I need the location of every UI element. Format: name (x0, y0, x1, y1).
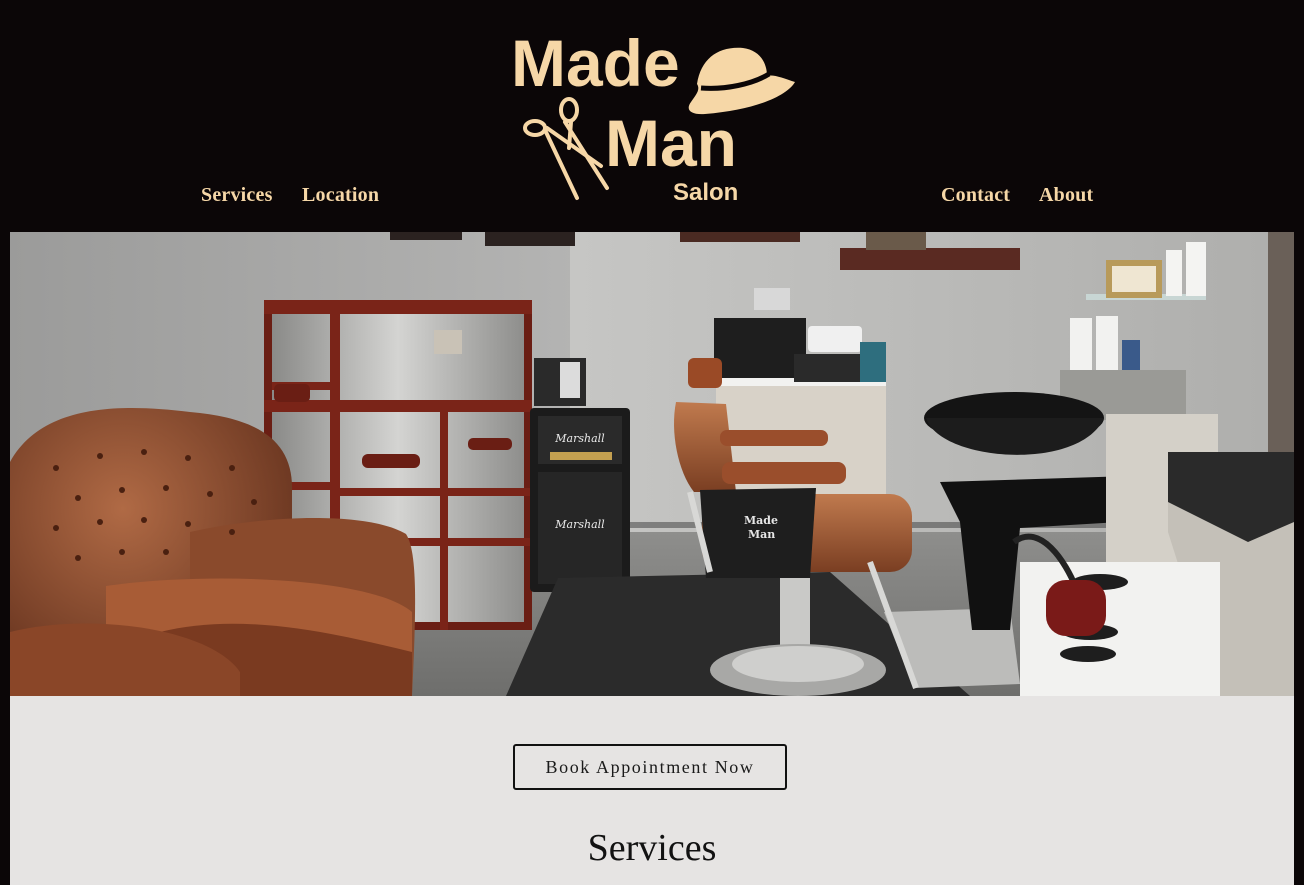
site-header: Services Location Made Man Salon Contact… (0, 0, 1304, 232)
book-appointment-button[interactable]: Book Appointment Now (513, 744, 787, 790)
hero-image-salon-interior: Marshall Marshall Made Man (10, 232, 1294, 696)
amp-logo-bottom: Marshall (554, 518, 605, 531)
logo-graphic: Made Man Salon (511, 26, 795, 206)
logo-text-made: Made (511, 26, 680, 100)
fedora-hat-icon (688, 47, 795, 115)
nav-link-contact[interactable]: Contact (941, 184, 1010, 207)
page-frame-right (1294, 232, 1304, 885)
apron-logo-line1: Made (744, 514, 778, 527)
services-section-title: Services (587, 827, 717, 869)
nav-link-location[interactable]: Location (302, 184, 379, 207)
apron-logo-line2: Man (748, 528, 775, 541)
made-man-logo[interactable]: Made Man Salon (505, 18, 805, 210)
logo-text-salon: Salon (673, 179, 738, 206)
page-frame-left (0, 232, 10, 885)
scissors-icon (523, 97, 609, 200)
main-content: Book Appointment Now Services (10, 696, 1294, 885)
nav-link-services[interactable]: Services (201, 184, 273, 207)
amp-logo-top: Marshall (554, 432, 605, 445)
nav-link-about[interactable]: About (1039, 184, 1093, 207)
logo-text-man: Man (605, 106, 737, 180)
